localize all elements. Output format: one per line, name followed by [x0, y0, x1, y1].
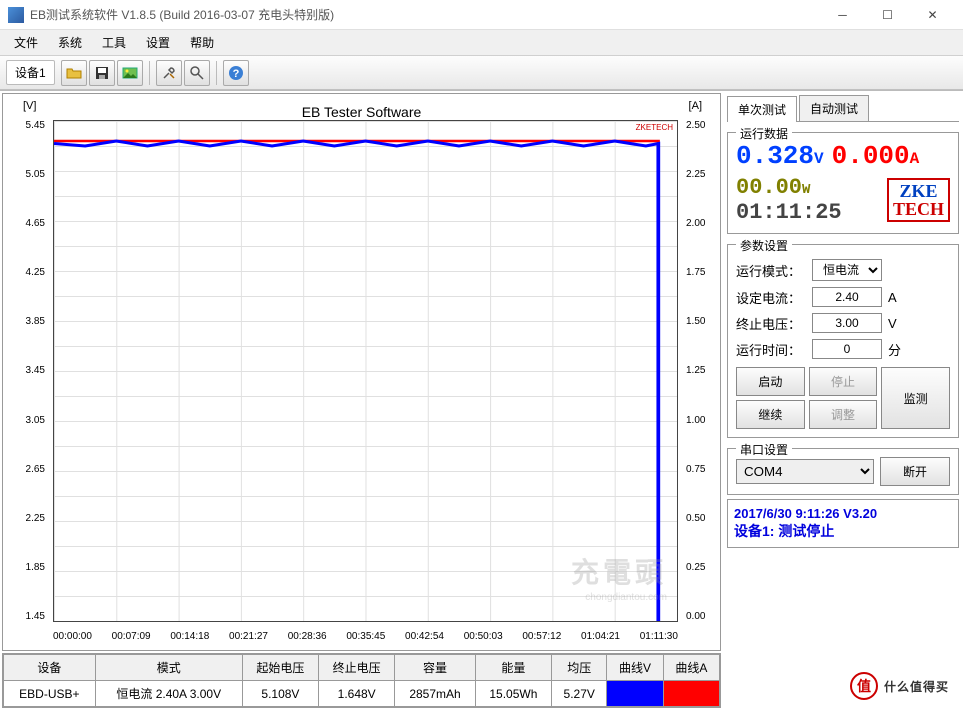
- window-title: EB测试系统软件 V1.8.5 (Build 2016-03-07 充电头特别版…: [30, 6, 820, 23]
- menubar: 文件 系统 工具 设置 帮助: [0, 30, 963, 56]
- y-ticks-left: 5.455.054.654.253.853.453.052.652.251.85…: [9, 120, 49, 622]
- start-button[interactable]: 启动: [736, 367, 805, 396]
- cell-capacity: 2857mAh: [395, 681, 475, 707]
- right-panel: 单次测试 自动测试 运行数据 0.328V 0.000A 00.00W 01:1…: [723, 91, 963, 710]
- open-icon[interactable]: [61, 60, 87, 86]
- titlebar: EB测试系统软件 V1.8.5 (Build 2016-03-07 充电头特别版…: [0, 0, 963, 30]
- search-icon[interactable]: [184, 60, 210, 86]
- table-header: 起始电压: [242, 655, 318, 681]
- menu-settings[interactable]: 设置: [136, 30, 180, 55]
- chart-title: EB Tester Software: [302, 104, 422, 120]
- params-group: 参数设置 运行模式： 恒电流 设定电流： A 终止电压： V 运行时间： 分: [727, 244, 959, 438]
- table-row: EBD-USB+ 恒电流 2.40A 3.00V 5.108V 1.648V 2…: [4, 681, 720, 707]
- time-input[interactable]: [812, 339, 882, 359]
- x-ticks: 00:00:0000:07:0900:14:1800:21:2700:28:36…: [53, 631, 678, 642]
- y-ticks-right: 2.502.252.001.751.501.251.000.750.500.25…: [682, 120, 714, 622]
- serial-group: 串口设置 COM4 断开: [727, 448, 959, 495]
- curve-v-swatch: [607, 681, 663, 707]
- device-label[interactable]: 设备1: [6, 60, 55, 85]
- mode-label: 运行模式：: [736, 261, 806, 280]
- stop-v-label: 终止电压：: [736, 314, 806, 333]
- readout-voltage: 0.328V: [736, 141, 824, 171]
- menu-system[interactable]: 系统: [48, 30, 92, 55]
- app-icon: [8, 7, 24, 23]
- mode-select[interactable]: 恒电流: [812, 259, 882, 281]
- table-header: 设备: [4, 655, 96, 681]
- smzdm-badge: 值 什么值得买: [842, 668, 957, 704]
- chart-area: EB Tester Software [V] [A] 5.455.054.654…: [2, 93, 721, 651]
- disconnect-button[interactable]: 断开: [880, 457, 950, 486]
- stop-button[interactable]: 停止: [809, 367, 878, 396]
- monitor-button[interactable]: 监测: [881, 367, 950, 429]
- run-data-title: 运行数据: [736, 125, 792, 142]
- close-button[interactable]: ✕: [910, 1, 955, 29]
- cell-start-v: 5.108V: [242, 681, 318, 707]
- cell-end-v: 1.648V: [319, 681, 395, 707]
- cell-mode: 恒电流 2.40A 3.00V: [95, 681, 242, 707]
- stop-v-input[interactable]: [812, 313, 882, 333]
- table-header: 能量: [475, 655, 551, 681]
- menu-help[interactable]: 帮助: [180, 30, 224, 55]
- table-header: 曲线V: [607, 655, 663, 681]
- current-line: [54, 141, 658, 621]
- readout-power: 00.00W: [736, 175, 879, 200]
- status-timestamp: 2017/6/30 9:11:26 V3.20: [734, 506, 952, 521]
- status-box: 2017/6/30 9:11:26 V3.20 设备1: 测试停止: [727, 499, 959, 548]
- status-message: 设备1: 测试停止: [734, 521, 952, 541]
- table-header: 模式: [95, 655, 242, 681]
- tools-icon[interactable]: [156, 60, 182, 86]
- data-table: 设备模式起始电压终止电压容量能量均压曲线V曲线A EBD-USB+ 恒电流 2.…: [2, 653, 721, 708]
- tab-auto-test[interactable]: 自动测试: [799, 95, 869, 121]
- maximize-button[interactable]: ☐: [865, 1, 910, 29]
- image-icon[interactable]: [117, 60, 143, 86]
- params-title: 参数设置: [736, 237, 792, 254]
- toolbar: 设备1 ?: [0, 56, 963, 90]
- chart-plot[interactable]: ZKETECH 充電頭 chongdiantou.com: [53, 120, 678, 622]
- continue-button[interactable]: 继续: [736, 400, 805, 429]
- com-port-select[interactable]: COM4: [736, 459, 874, 484]
- smzdm-icon: 值: [850, 672, 878, 700]
- run-data-group: 运行数据 0.328V 0.000A 00.00W 01:11:25 ZKE T…: [727, 132, 959, 234]
- adjust-button[interactable]: 调整: [809, 400, 878, 429]
- smzdm-text: 什么值得买: [884, 678, 949, 695]
- help-icon[interactable]: ?: [223, 60, 249, 86]
- tab-single-test[interactable]: 单次测试: [727, 96, 797, 122]
- cell-device: EBD-USB+: [4, 681, 96, 707]
- cell-avg-v: 5.27V: [552, 681, 607, 707]
- watermark-url: chongdiantou.com: [585, 592, 667, 603]
- stop-v-unit: V: [888, 316, 908, 331]
- minimize-button[interactable]: ─: [820, 1, 865, 29]
- table-header: 均压: [552, 655, 607, 681]
- time-unit: 分: [888, 340, 908, 359]
- zketech-logo: ZKE TECH: [887, 178, 950, 222]
- cell-energy: 15.05Wh: [475, 681, 551, 707]
- table-header: 曲线A: [663, 655, 719, 681]
- table-header: 容量: [395, 655, 475, 681]
- serial-title: 串口设置: [736, 441, 792, 458]
- y-axis-right-label: [A]: [689, 100, 702, 112]
- table-header: 终止电压: [319, 655, 395, 681]
- svg-text:?: ?: [232, 68, 239, 80]
- save-icon[interactable]: [89, 60, 115, 86]
- current-input[interactable]: [812, 287, 882, 307]
- menu-tools[interactable]: 工具: [92, 30, 136, 55]
- voltage-line: [54, 141, 658, 621]
- time-label: 运行时间：: [736, 340, 806, 359]
- menu-file[interactable]: 文件: [4, 30, 48, 55]
- curve-a-swatch: [663, 681, 719, 707]
- y-axis-left-label: [V]: [23, 100, 36, 112]
- readout-time: 01:11:25: [736, 200, 879, 225]
- current-label: 设定电流：: [736, 288, 806, 307]
- readout-current: 0.000A: [832, 141, 920, 171]
- current-unit: A: [888, 290, 908, 305]
